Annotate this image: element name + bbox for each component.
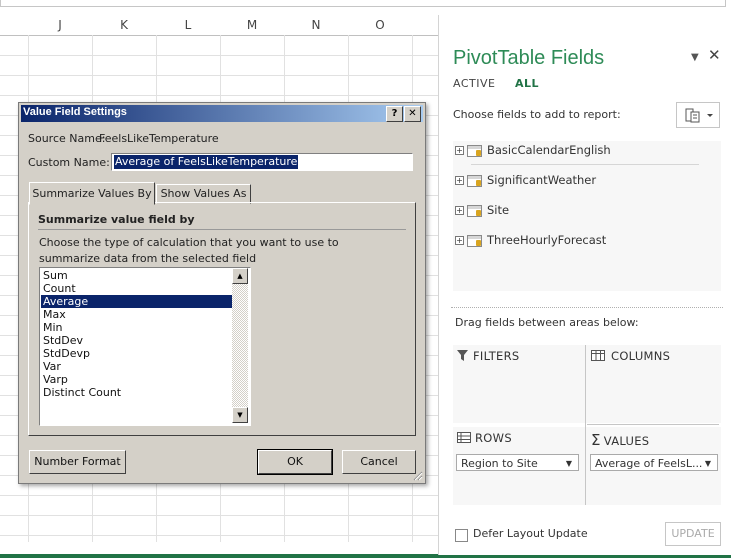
filter-icon — [457, 350, 468, 361]
field-item-site[interactable]: + Site — [455, 201, 509, 219]
field-label: SignificantWeather — [487, 173, 597, 187]
values-title: Σ VALUES — [591, 431, 650, 449]
formula-bar-area — [0, 0, 731, 16]
expand-icon[interactable]: + — [455, 206, 464, 215]
grid-row-line — [0, 535, 438, 536]
section-heading: Summarize value field by — [38, 213, 195, 226]
close-icon[interactable]: ✕ — [708, 46, 721, 64]
choose-fields-label: Choose fields to add to report: — [453, 108, 621, 121]
section-divider — [38, 229, 406, 230]
values-field-dropdown[interactable]: Average of FeelsL... ▼ — [590, 454, 718, 471]
ok-button[interactable]: OK — [257, 449, 333, 475]
value-field-settings-dialog: Value Field Settings ? ✕ Source Name: Fe… — [18, 102, 426, 484]
field-item-basiccalendarenglish[interactable]: + BasicCalendarEnglish — [455, 141, 611, 159]
custom-name-label: Custom Name: — [28, 156, 110, 169]
defer-layout-label: Defer Layout Update — [473, 527, 588, 540]
tab-all[interactable]: ALL — [515, 77, 539, 90]
dialog-title: Value Field Settings — [23, 106, 127, 118]
layout-icon — [685, 108, 713, 123]
columns-area[interactable]: COLUMNS — [587, 345, 721, 423]
list-item-min[interactable]: Min — [41, 321, 233, 334]
values-area[interactable]: Σ VALUES Average of FeelsL... ▼ — [587, 427, 721, 505]
field-item-significantweather[interactable]: + SignificantWeather — [455, 171, 596, 189]
rows-field-dropdown[interactable]: Region to Site ▼ — [456, 454, 579, 471]
listbox-scrollbar[interactable]: ▲ ▼ — [232, 268, 248, 423]
tab-active[interactable]: ACTIVE — [453, 77, 495, 90]
rows-area[interactable]: ROWS Region to Site ▼ — [453, 427, 587, 505]
drag-fields-label: Drag fields between areas below: — [455, 316, 639, 329]
rows-title: ROWS — [457, 431, 512, 445]
pane-splitter[interactable] — [451, 307, 723, 308]
column-header-j[interactable]: J — [28, 15, 93, 36]
sigma-icon: Σ — [591, 431, 601, 449]
table-icon — [467, 174, 482, 187]
area-divider-horizontal — [587, 424, 719, 425]
pane-title: PivotTable Fields — [453, 47, 605, 69]
list-item-var[interactable]: Var — [41, 360, 233, 373]
list-item-varp[interactable]: Varp — [41, 373, 233, 386]
expand-icon[interactable]: + — [455, 146, 464, 155]
column-header-n[interactable]: N — [284, 15, 349, 36]
table-icon — [467, 234, 482, 247]
column-header-o[interactable]: O — [348, 15, 413, 36]
resize-grip-icon[interactable] — [412, 470, 423, 481]
dropdown-arrow-icon: ▼ — [565, 459, 572, 468]
field-separator — [471, 164, 699, 165]
list-item-distinct-count[interactable]: Distinct Count — [41, 386, 233, 399]
list-item-sum[interactable]: Sum — [41, 269, 233, 282]
formula-input[interactable] — [0, 0, 726, 7]
expand-icon[interactable]: + — [455, 176, 464, 185]
defer-layout-checkbox[interactable] — [455, 529, 468, 542]
list-item-stddev[interactable]: StdDev — [41, 334, 233, 347]
cancel-button[interactable]: Cancel — [342, 450, 416, 474]
table-icon — [467, 144, 482, 157]
field-label: ThreeHourlyForecast — [487, 233, 607, 247]
list-item-max[interactable]: Max — [41, 308, 233, 321]
expand-icon[interactable]: + — [455, 236, 464, 245]
filters-area[interactable]: FILTERS — [453, 345, 587, 423]
table-icon — [467, 204, 482, 217]
pane-options-icon[interactable]: ▼ — [691, 52, 699, 63]
columns-icon — [591, 350, 605, 361]
list-item-average[interactable]: Average — [41, 295, 233, 308]
custom-name-input[interactable]: Average of FeelsLikeTemperature — [111, 153, 413, 171]
column-header-edge[interactable] — [0, 15, 29, 36]
custom-name-text: Average of FeelsLikeTemperature — [114, 155, 299, 169]
field-list-layout-button[interactable] — [676, 102, 720, 128]
column-header-k[interactable]: K — [92, 15, 157, 36]
calculation-listbox[interactable]: Sum Count Average Max Min StdDev StdDevp… — [39, 267, 251, 426]
list-item-stddevp[interactable]: StdDevp — [41, 347, 233, 360]
dropdown-arrow-icon: ▼ — [704, 459, 711, 468]
update-button[interactable]: UPDATE — [665, 522, 721, 546]
area-divider-vertical — [585, 345, 586, 505]
tab-summarize-values-by[interactable]: Summarize Values By — [29, 182, 155, 205]
grid-row-line — [0, 75, 438, 76]
field-label: BasicCalendarEnglish — [487, 143, 611, 157]
scroll-down-icon[interactable]: ▼ — [232, 407, 248, 423]
grid-row-line — [0, 515, 438, 516]
list-item-count[interactable]: Count — [41, 282, 233, 295]
columns-title: COLUMNS — [591, 349, 670, 363]
column-header-p[interactable] — [412, 15, 438, 36]
source-name-value: FeelsLikeTemperature — [99, 132, 219, 145]
grid-row-line — [0, 95, 438, 96]
column-header-l[interactable]: L — [156, 15, 221, 36]
dialog-title-bar[interactable]: Value Field Settings ? ✕ — [21, 105, 423, 122]
scroll-up-icon[interactable]: ▲ — [232, 268, 248, 284]
calculation-description: Choose the type of calculation that you … — [39, 236, 339, 265]
grid-row-line — [0, 495, 438, 496]
number-format-button[interactable]: Number Format — [29, 450, 126, 474]
close-icon[interactable]: ✕ — [404, 106, 421, 122]
pivottable-fields-pane: PivotTable Fields ▼ ✕ ACTIVE ALL Choose … — [438, 15, 731, 555]
grid-row-line — [0, 55, 438, 56]
rows-icon — [457, 432, 471, 443]
help-icon[interactable]: ? — [386, 106, 403, 122]
filters-title: FILTERS — [457, 349, 520, 363]
summarize-tab-panel: Summarize value field by Choose the type… — [28, 202, 416, 436]
field-label: Site — [487, 203, 510, 217]
column-header-m[interactable]: M — [220, 15, 285, 36]
source-name-label: Source Name: — [28, 132, 106, 145]
field-item-threehourlyforecast[interactable]: + ThreeHourlyForecast — [455, 231, 606, 249]
tab-show-values-as[interactable]: Show Values As — [156, 184, 251, 204]
